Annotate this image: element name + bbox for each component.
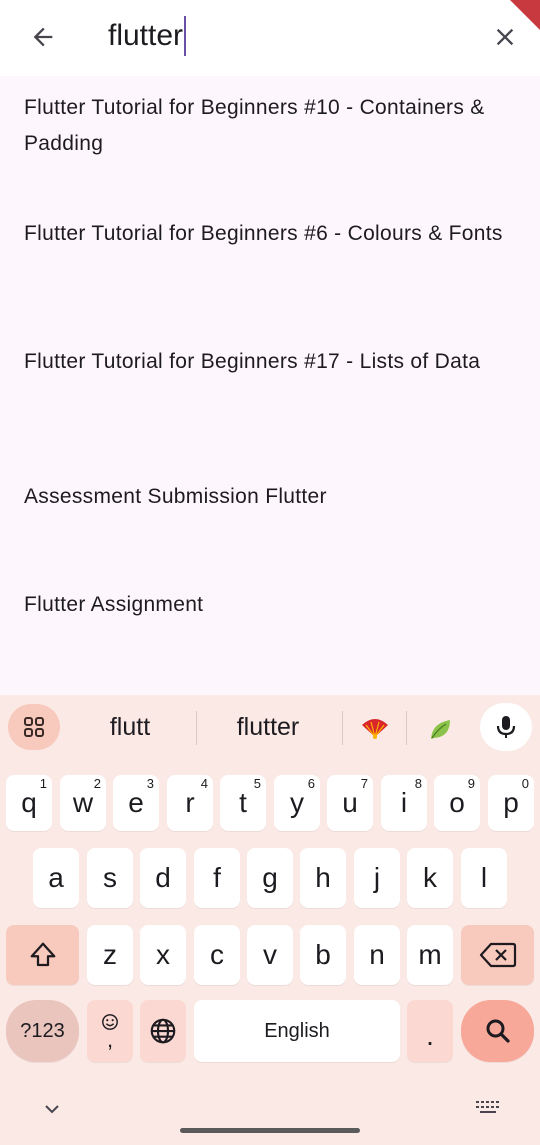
key-c[interactable]: c — [194, 925, 240, 985]
key-label: q — [21, 787, 37, 818]
key-hint: 9 — [467, 776, 475, 791]
search-query: flutter — [108, 19, 184, 52]
key-g[interactable]: g — [247, 848, 293, 908]
language-key[interactable] — [140, 1000, 186, 1062]
key-p[interactable]: p0 — [488, 775, 534, 831]
debug-banner — [510, 0, 540, 30]
fan-emoji-suggestion[interactable] — [360, 717, 390, 746]
key-label: p — [503, 787, 519, 818]
suggestion-item[interactable]: flutter — [218, 713, 318, 742]
key-d[interactable]: d — [140, 848, 186, 908]
key-hint: 1 — [39, 776, 47, 791]
key-m[interactable]: m — [407, 925, 453, 985]
key-hint: 7 — [360, 776, 368, 791]
suggestion-item[interactable]: flutt — [92, 713, 168, 742]
key-label: y — [290, 787, 304, 818]
key-b[interactable]: b — [300, 925, 346, 985]
key-n[interactable]: n — [354, 925, 400, 985]
key-e[interactable]: e3 — [113, 775, 159, 831]
key-label: u — [342, 787, 358, 818]
shift-icon — [30, 942, 55, 967]
microphone-icon — [496, 716, 516, 738]
key-hint: 4 — [200, 776, 208, 791]
key-label: t — [239, 787, 247, 818]
chevron-down-icon — [45, 1105, 59, 1114]
search-icon — [486, 1019, 510, 1043]
key-hint: 8 — [414, 776, 422, 791]
key-label: e — [128, 787, 144, 818]
divider — [342, 711, 343, 745]
keyboard-switcher-button[interactable] — [474, 1097, 502, 1117]
voice-input-button[interactable] — [480, 703, 532, 751]
key-v[interactable]: v — [247, 925, 293, 985]
key-label: w — [72, 787, 94, 818]
text-cursor — [184, 16, 187, 56]
divider — [406, 711, 407, 745]
result-item[interactable]: Flutter Tutorial for Beginners #17 - Lis… — [24, 344, 504, 380]
hide-keyboard-button[interactable] — [40, 1097, 64, 1121]
key-x[interactable]: x — [140, 925, 186, 985]
keyboard-apps-button[interactable] — [8, 704, 60, 750]
key-y[interactable]: y6 — [274, 775, 320, 831]
key-a[interactable]: a — [33, 848, 79, 908]
key-w[interactable]: w2 — [60, 775, 106, 831]
key-u[interactable]: u7 — [327, 775, 373, 831]
key-hint: 3 — [146, 776, 154, 791]
result-item[interactable]: Flutter Tutorial for Beginners #6 - Colo… — [24, 216, 504, 252]
key-h[interactable]: h — [300, 848, 346, 908]
key-label: i — [400, 787, 408, 818]
backspace-key[interactable] — [461, 925, 534, 985]
search-results-list: Flutter Tutorial for Beginners #10 - Con… — [0, 76, 540, 696]
space-key[interactable]: English — [194, 1000, 400, 1062]
search-action-key[interactable] — [461, 1000, 534, 1062]
comma-label: , — [106, 1027, 114, 1052]
symbols-key[interactable]: ?123 — [6, 1000, 79, 1062]
key-hint: 0 — [521, 776, 529, 791]
search-bar: flutter — [0, 0, 540, 76]
key-i[interactable]: i8 — [381, 775, 427, 831]
keyboard-icon — [476, 1101, 499, 1113]
key-k[interactable]: k — [407, 848, 453, 908]
backspace-icon — [479, 942, 516, 968]
key-r[interactable]: r4 — [167, 775, 213, 831]
globe-icon — [150, 1018, 176, 1044]
suggestion-strip: flutt flutter — [0, 695, 540, 763]
key-f[interactable]: f — [194, 848, 240, 908]
key-o[interactable]: o9 — [434, 775, 480, 831]
gesture-nav-bar[interactable] — [180, 1128, 360, 1133]
result-item[interactable]: Flutter Tutorial for Beginners #10 - Con… — [24, 90, 504, 162]
back-button[interactable] — [24, 18, 62, 56]
key-j[interactable]: j — [354, 848, 400, 908]
key-hint: 5 — [253, 776, 261, 791]
leaf-emoji-suggestion[interactable] — [428, 717, 454, 748]
key-hint: 2 — [93, 776, 101, 791]
back-arrow-icon — [33, 27, 53, 47]
key-s[interactable]: s — [87, 848, 133, 908]
key-z[interactable]: z — [87, 925, 133, 985]
key-label: o — [449, 787, 465, 818]
keyboard: flutt flutter q1 w2 e3 r 4 t 5 y 6 u 7 i… — [0, 695, 540, 1145]
key-hint: 6 — [307, 776, 315, 791]
shift-key[interactable] — [6, 925, 79, 985]
emoji-comma-key[interactable]: , — [87, 1000, 133, 1062]
key-l[interactable]: l — [461, 848, 507, 908]
key-q[interactable]: q1 — [6, 775, 52, 831]
result-item[interactable]: Assessment Submission Flutter — [24, 479, 504, 515]
fan-icon — [362, 719, 388, 739]
search-input[interactable]: flutter — [108, 14, 187, 58]
leaf-icon — [431, 720, 450, 739]
key-label: r — [185, 787, 195, 818]
result-item[interactable]: Flutter Assignment — [24, 587, 504, 623]
apps-grid-icon — [24, 717, 44, 737]
period-key[interactable]: . — [407, 1000, 453, 1062]
key-t[interactable]: t5 — [220, 775, 266, 831]
divider — [196, 711, 197, 745]
